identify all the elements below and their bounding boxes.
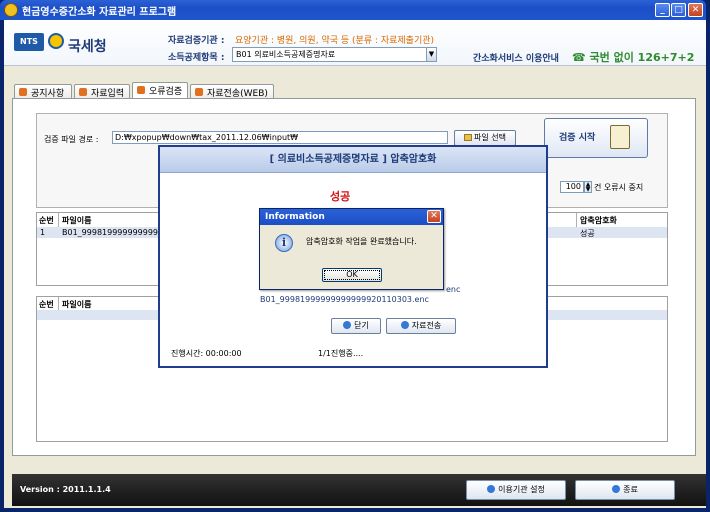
tab-data-input[interactable]: 자료입력 xyxy=(74,84,130,99)
dialog-send-button[interactable]: 자료전송 xyxy=(386,318,456,334)
arrow-icon xyxy=(487,485,496,493)
spinner-arrows-icon[interactable]: ▲ ▼ xyxy=(584,181,592,193)
row-status: 성공 xyxy=(580,229,595,238)
arrow-icon xyxy=(612,485,621,493)
brand-title: 국세청 xyxy=(68,39,107,55)
grid-header-no: 순번 xyxy=(39,216,54,225)
maximize-button[interactable]: □ xyxy=(671,3,686,17)
elapsed-time: 진행시간: 00:00:00 xyxy=(171,349,242,358)
dialog-title: [ 의료비소득공제증명자료 ] 압축암호화 xyxy=(160,147,546,173)
tab-notice[interactable]: 공지사항 xyxy=(14,84,72,99)
tab-error-check[interactable]: 오류검증 xyxy=(132,82,188,99)
tab-label: 오류검증 xyxy=(149,87,183,97)
nts-emblem-icon xyxy=(48,33,64,49)
version-label: Version : 2011.1.1.4 xyxy=(20,485,111,494)
dialog-send-label: 자료전송 xyxy=(411,321,442,330)
grid-header-filename: 파일이름 xyxy=(62,216,92,225)
close-button[interactable]: ✕ xyxy=(688,3,703,17)
folder-icon xyxy=(464,134,472,141)
agency-setting-label: 이용기관 설정 xyxy=(498,485,545,494)
row-no: 1 xyxy=(40,228,46,237)
tab-icon xyxy=(195,88,203,96)
arrow-icon xyxy=(400,321,409,329)
phone-number: ☎ 국번 없이 126+7+2 xyxy=(572,51,695,64)
grid-header-no: 순번 xyxy=(39,300,54,309)
tab-data-send-web[interactable]: 자료전송(WEB) xyxy=(190,84,274,99)
file-select-button[interactable]: 파일 선택 xyxy=(454,130,516,146)
app-icon xyxy=(4,3,18,17)
exit-label: 종료 xyxy=(623,485,638,494)
agency-value: 요양기관 : 병원, 의원, 약국 등 (분류 : 자료제출기관) xyxy=(235,36,435,46)
tab-icon xyxy=(137,86,145,94)
enc-suffix: enc xyxy=(446,285,461,294)
grid-header-filename: 파일이름 xyxy=(62,300,92,309)
deduction-item-value: B01 의료비소득공제증명자료 xyxy=(236,50,336,59)
start-verify-button[interactable]: 검증 시작 xyxy=(544,118,648,158)
agency-label: 자료검증기관 : xyxy=(168,36,225,46)
deduction-item-label: 소득공제항목 : xyxy=(168,53,225,63)
tab-icon xyxy=(19,88,27,96)
exit-button[interactable]: 종료 xyxy=(575,480,675,500)
nts-logo: NTS xyxy=(14,33,44,51)
path-input[interactable]: D:₩xpopup₩down₩tax_2011.12.06₩input₩ xyxy=(112,131,448,144)
file-select-label: 파일 선택 xyxy=(474,133,506,142)
path-label: 검증 파일 경로 : xyxy=(44,135,99,144)
clipboard-check-icon xyxy=(610,125,630,149)
error-limit-input[interactable]: 100 xyxy=(560,181,584,193)
window-title: 현금영수증간소화 자료관리 프로그램 xyxy=(22,7,177,18)
info-message: 압축암호화 작업을 완료했습니다. xyxy=(306,237,417,246)
info-close-button[interactable]: ✕ xyxy=(427,210,441,223)
info-icon: i xyxy=(275,234,293,252)
tab-icon xyxy=(79,88,87,96)
grid-header-encrypt: 압축암호화 xyxy=(580,216,617,225)
agency-setting-button[interactable]: 이용기관 설정 xyxy=(466,480,566,500)
error-limit-label: 건 오류시 중지 xyxy=(594,183,644,192)
arrow-icon xyxy=(343,321,352,329)
dialog-close-button[interactable]: 닫기 xyxy=(331,318,381,334)
progress-status: 1/1진행중.... xyxy=(318,349,364,358)
dialog-close-label: 닫기 xyxy=(354,321,369,330)
chevron-down-icon[interactable]: ▼ xyxy=(426,48,436,61)
success-text: 성공 xyxy=(330,190,351,203)
ok-button[interactable]: OK xyxy=(322,268,382,282)
grid-divider xyxy=(58,297,59,311)
output-filename: B01_99981999999999999920110303.enc xyxy=(260,295,429,304)
minimize-button[interactable]: _ xyxy=(655,3,670,17)
info-dialog-title[interactable]: Information xyxy=(260,209,443,225)
service-guide-link[interactable]: 간소화서비스 이용안내 xyxy=(473,51,559,64)
